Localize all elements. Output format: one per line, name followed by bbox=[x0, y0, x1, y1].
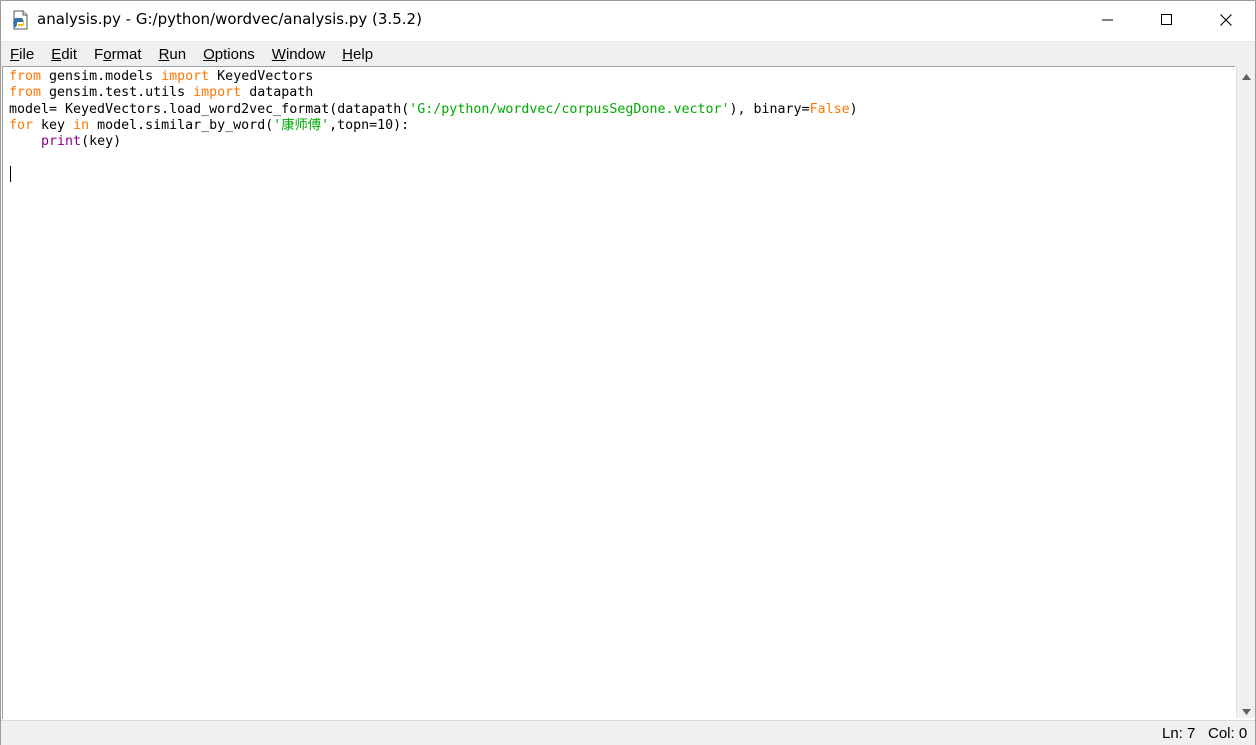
close-button[interactable] bbox=[1197, 1, 1255, 39]
code-line-1[interactable]: from gensim.models import KeyedVectors bbox=[9, 69, 858, 85]
scroll-track[interactable] bbox=[1237, 83, 1255, 701]
code-line-4[interactable]: for key in model.similar_by_word('康师傅',t… bbox=[9, 118, 858, 134]
menu-run[interactable]: Run bbox=[159, 46, 187, 63]
menu-edit[interactable]: Edit bbox=[51, 46, 77, 63]
code-token: '康师傅' bbox=[273, 117, 330, 133]
code-token: print bbox=[41, 134, 82, 150]
menu-format[interactable]: Format bbox=[94, 46, 142, 63]
close-icon bbox=[1220, 14, 1232, 26]
code-token: False bbox=[809, 101, 850, 117]
status-column-number: Col: 0 bbox=[1208, 725, 1248, 742]
python-file-icon bbox=[11, 10, 31, 30]
menu-window[interactable]: Window bbox=[272, 46, 325, 63]
status-line-number: Ln: 7 bbox=[1162, 725, 1196, 742]
code-token: model= KeyedVectors.load_word2vec_format… bbox=[9, 101, 410, 117]
code-text[interactable]: from gensim.models import KeyedVectors fr… bbox=[9, 69, 858, 183]
menu-file[interactable]: File bbox=[10, 46, 34, 63]
menu-bar: File Edit Format Run Options Window Help bbox=[1, 41, 1255, 66]
code-token: key bbox=[33, 117, 74, 133]
code-token: 'G:/python/wordvec/corpusSegDone.vector' bbox=[409, 101, 730, 117]
code-token: ,topn=10): bbox=[329, 117, 410, 133]
maximize-button[interactable] bbox=[1138, 1, 1196, 39]
code-line-6[interactable] bbox=[9, 150, 858, 166]
minimize-icon bbox=[1102, 14, 1114, 26]
code-token: (key) bbox=[81, 134, 122, 150]
text-cursor bbox=[10, 166, 11, 182]
scroll-down-button[interactable] bbox=[1237, 701, 1255, 718]
code-line-2[interactable]: from gensim.test.utils import datapath bbox=[9, 85, 858, 101]
code-line-5[interactable]: print(key) bbox=[9, 134, 858, 150]
code-token: from bbox=[9, 85, 42, 101]
menu-options[interactable]: Options bbox=[203, 46, 255, 63]
scroll-up-button[interactable] bbox=[1237, 66, 1255, 83]
code-token: in bbox=[73, 117, 90, 133]
maximize-icon bbox=[1161, 14, 1173, 26]
idle-editor-window: analysis.py - G:/python/wordvec/analysis… bbox=[0, 0, 1256, 745]
code-token: import bbox=[193, 85, 242, 101]
code-line-7[interactable] bbox=[9, 167, 858, 183]
arrow-up-icon bbox=[1241, 65, 1251, 84]
code-line-3[interactable]: model= KeyedVectors.load_word2vec_format… bbox=[9, 102, 858, 118]
code-token: ) bbox=[849, 101, 858, 117]
window-title: analysis.py - G:/python/wordvec/analysis… bbox=[37, 10, 422, 28]
menu-help[interactable]: Help bbox=[342, 46, 373, 63]
code-token: from bbox=[9, 69, 42, 84]
code-token: import bbox=[161, 69, 210, 84]
code-token: gensim.test.utils bbox=[41, 85, 194, 101]
code-token: for bbox=[9, 117, 34, 133]
code-token: gensim.models bbox=[41, 69, 162, 84]
title-bar[interactable]: analysis.py - G:/python/wordvec/analysis… bbox=[1, 1, 1255, 39]
code-token: KeyedVectors bbox=[209, 69, 314, 84]
code-token: ), binary= bbox=[729, 101, 810, 117]
code-editor[interactable]: from gensim.models import KeyedVectors fr… bbox=[2, 66, 1235, 719]
minimize-button[interactable] bbox=[1079, 1, 1137, 39]
code-token: model.similar_by_word( bbox=[89, 117, 274, 133]
status-bar: Ln: 7 Col: 0 bbox=[1, 720, 1255, 745]
code-token: datapath bbox=[241, 85, 314, 101]
arrow-down-icon bbox=[1241, 700, 1251, 719]
vertical-scrollbar[interactable] bbox=[1236, 66, 1255, 718]
